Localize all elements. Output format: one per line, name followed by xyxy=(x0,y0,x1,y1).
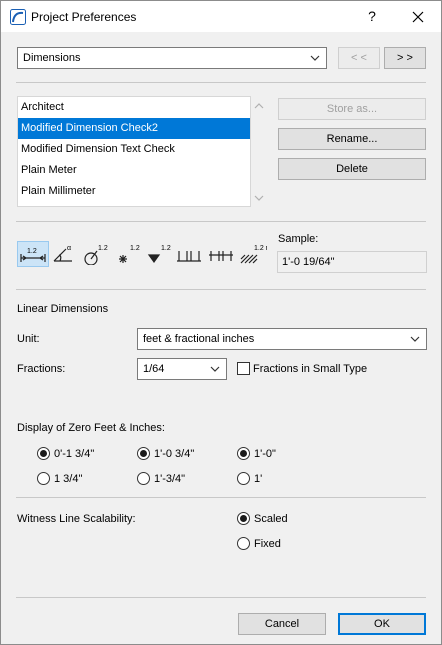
section-title-linear: Linear Dimensions xyxy=(17,303,109,315)
small-type-checkbox[interactable] xyxy=(237,362,250,375)
area-dimension-icon[interactable]: 1.2 m² xyxy=(237,241,275,267)
witness-fixed-label: Fixed xyxy=(254,538,281,550)
witness-scaled-label: Scaled xyxy=(254,513,288,525)
zero-option-radio-1[interactable] xyxy=(37,447,50,460)
angular-dimension-icon[interactable]: α xyxy=(50,241,82,267)
scheme-list-item[interactable]: Architect xyxy=(18,97,250,118)
tool-label: 1.2 m² xyxy=(254,245,267,252)
title-bar: Project Preferences ? xyxy=(1,1,441,32)
zero-option-label-3: 1'-0 3/4" xyxy=(154,448,195,460)
divider xyxy=(16,82,426,83)
prev-page-button[interactable]: < < xyxy=(338,47,380,69)
divider xyxy=(16,597,426,598)
tool-label: 1.2 xyxy=(130,245,140,252)
zero-option-radio-5[interactable] xyxy=(237,447,250,460)
close-button[interactable] xyxy=(395,1,441,32)
zero-option-label-5: 1'-0" xyxy=(254,448,276,460)
store-as-button[interactable]: Store as... xyxy=(278,98,426,120)
divider xyxy=(16,221,426,222)
sill-height-icon[interactable] xyxy=(206,241,238,267)
zero-option-label-1: 0'-1 3/4" xyxy=(54,448,95,460)
unit-select[interactable]: feet & fractional inches xyxy=(137,328,427,350)
zero-option-radio-4[interactable] xyxy=(137,472,150,485)
page-select-value: Dimensions xyxy=(23,52,81,64)
zero-option-label-6: 1' xyxy=(254,473,263,485)
elevation-marker-icon[interactable]: 1.2 xyxy=(144,241,176,267)
cancel-button[interactable]: Cancel xyxy=(238,613,326,635)
project-preferences-dialog: Project Preferences ? Dimensions < < > >… xyxy=(0,0,442,645)
chevron-down-icon xyxy=(210,366,220,372)
next-page-button[interactable]: > > xyxy=(384,47,426,69)
tool-label: 1.2 xyxy=(161,245,171,252)
sample-label: Sample: xyxy=(278,233,319,245)
small-type-label: Fractions in Small Type xyxy=(253,363,368,375)
scheme-list-item[interactable]: Plain Meter xyxy=(18,160,250,181)
door-window-dimension-icon[interactable] xyxy=(174,241,206,267)
zero-display-title: Display of Zero Feet & Inches: xyxy=(17,422,165,434)
zero-option-label-2: 1 3/4" xyxy=(54,473,83,485)
rename-button[interactable]: Rename... xyxy=(278,128,426,150)
chevron-down-icon xyxy=(310,55,320,61)
linear-dimension-icon[interactable]: 1.2 xyxy=(17,241,49,267)
scroll-up-icon[interactable] xyxy=(254,102,264,110)
tool-label: 1.2 xyxy=(27,248,37,255)
ok-button[interactable]: OK xyxy=(338,613,426,635)
tool-label: 1.2 xyxy=(98,245,108,252)
level-dimension-icon[interactable]: 1.2 xyxy=(113,241,145,267)
zero-option-label-4: 1'-3/4" xyxy=(154,473,186,485)
zero-option-radio-2[interactable] xyxy=(37,472,50,485)
zero-option-radio-6[interactable] xyxy=(237,472,250,485)
zero-option-radio-3[interactable] xyxy=(137,447,150,460)
witness-scaled-radio[interactable] xyxy=(237,512,250,525)
scheme-list-item[interactable]: Modified Dimension Text Check xyxy=(18,139,250,160)
help-button[interactable]: ? xyxy=(349,1,395,32)
fractions-label: Fractions: xyxy=(17,363,66,375)
fractions-select-value: 1/64 xyxy=(143,363,165,375)
scheme-list-item[interactable]: Modified Dimension Check2 xyxy=(18,118,250,139)
tool-label: α xyxy=(67,245,71,252)
witness-fixed-radio[interactable] xyxy=(237,537,250,550)
window-title: Project Preferences xyxy=(31,10,137,24)
archicad-logo-icon xyxy=(10,9,26,25)
scheme-list[interactable]: Architect Modified Dimension Check2 Modifi… xyxy=(17,96,251,207)
sample-preview: 1'-0 19/64" xyxy=(277,251,427,273)
close-icon xyxy=(412,11,424,23)
page-select[interactable]: Dimensions xyxy=(17,47,327,69)
scroll-down-icon[interactable] xyxy=(254,194,264,202)
chevron-down-icon xyxy=(410,336,420,342)
scheme-list-item[interactable]: Plain Millimeter xyxy=(18,181,250,202)
fractions-select[interactable]: 1/64 xyxy=(137,358,227,380)
divider xyxy=(16,497,426,498)
delete-button[interactable]: Delete xyxy=(278,158,426,180)
unit-label: Unit: xyxy=(17,333,40,345)
radial-dimension-icon[interactable]: 1.2 xyxy=(81,241,113,267)
unit-select-value: feet & fractional inches xyxy=(143,333,255,345)
witness-label: Witness Line Scalability: xyxy=(17,513,136,525)
divider xyxy=(16,289,426,290)
